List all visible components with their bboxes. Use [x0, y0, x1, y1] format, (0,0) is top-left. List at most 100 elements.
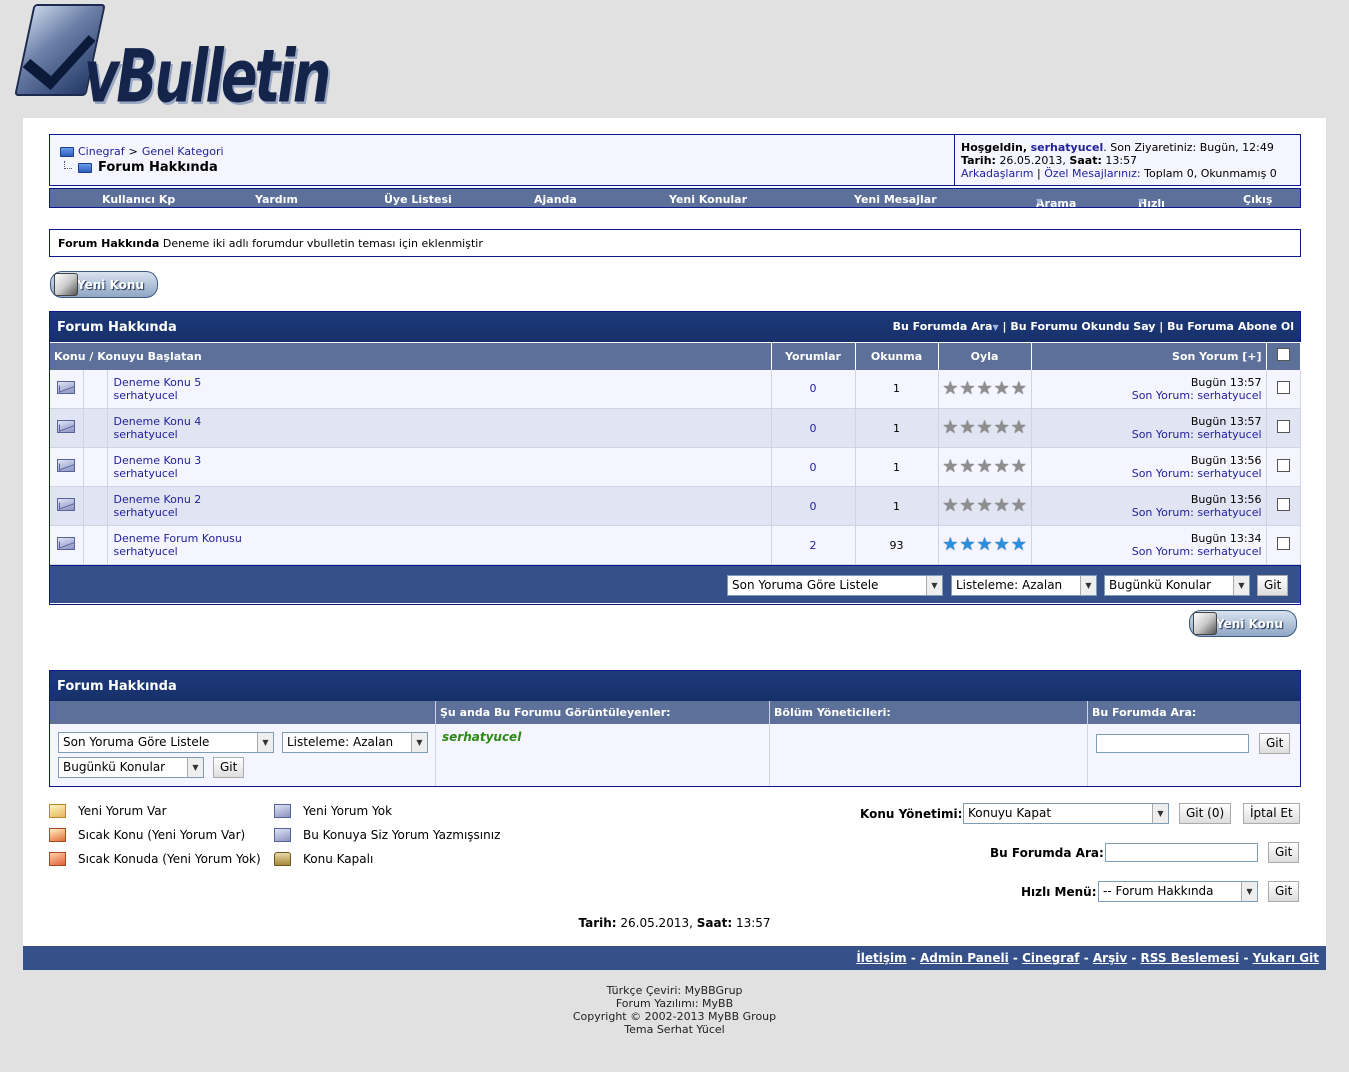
footer-archive-link[interactable]: Arşiv	[1093, 951, 1127, 965]
thread-title-link[interactable]: Deneme Konu 4	[114, 415, 202, 428]
thread-row: Deneme Konu 3 serhatyucel 0 1 ★ ★ ★ ★ ★ Bugün 13:…	[50, 447, 1301, 487]
thread-select-checkbox[interactable]	[1276, 420, 1290, 433]
last-post-user-link[interactable]: serhatyucel	[1197, 467, 1261, 480]
last-post-label-link[interactable]: Son Yorum:	[1132, 467, 1194, 480]
quick-menu-label: Hızlı Menü:	[1021, 885, 1097, 899]
breadcrumb: Cinegraf > Genel Kategori Forum Hakkında	[60, 145, 224, 175]
menu-new-threads[interactable]: Yeni Konular	[669, 193, 747, 206]
rating-star-icon: ★	[1010, 495, 1027, 516]
sort-select[interactable]: Son Yoruma Göre Listele ▼	[727, 575, 943, 596]
last-post-user-link[interactable]: serhatyucel	[1197, 545, 1261, 558]
last-post-user-link[interactable]: serhatyucel	[1197, 389, 1261, 402]
forum-search-input[interactable]	[1105, 843, 1258, 862]
thread-prefix-cell	[83, 369, 108, 409]
col-last-post[interactable]: Son Yorum [+]	[1031, 342, 1267, 370]
thread-replies-link[interactable]: 0	[810, 500, 817, 513]
thread-row: Deneme Konu 4 serhatyucel 0 1 ★ ★ ★ ★ ★ Bugün 13:…	[50, 408, 1301, 448]
thread-row: Deneme Konu 2 serhatyucel 0 1 ★ ★ ★ ★ ★ Bugün 13:…	[50, 486, 1301, 526]
chevron-down-icon: ▼	[257, 733, 273, 752]
moderation-cancel-button[interactable]: İptal Et	[1243, 803, 1300, 824]
rating-star-icon: ★	[959, 456, 976, 477]
quick-menu-go-button[interactable]: Git	[1268, 881, 1300, 902]
forum-search-go-button[interactable]: Git	[1268, 842, 1300, 863]
breadcrumb-category-link[interactable]: Genel Kategori	[142, 145, 224, 158]
mark-forum-read-link[interactable]: Bu Forumu Okundu Say	[1010, 320, 1155, 333]
new-thread-button-bottom[interactable]: Yeni Konu	[1189, 610, 1297, 637]
col-rating[interactable]: Oyla	[938, 342, 1032, 370]
moderation-select[interactable]: Konuyu Kapat ▼	[963, 803, 1169, 824]
info-order-select[interactable]: Listeleme: Azalan ▼	[282, 732, 428, 753]
thread-author-link[interactable]: serhatyucel	[114, 389, 178, 402]
thread-select-checkbox[interactable]	[1276, 380, 1290, 394]
thread-select-checkbox[interactable]	[1276, 459, 1290, 472]
thread-title-link[interactable]: Deneme Forum Konusu	[114, 532, 242, 545]
thread-title-link[interactable]: Deneme Konu 5	[114, 376, 202, 389]
info-sort-select[interactable]: Son Yoruma Göre Listele ▼	[58, 732, 274, 753]
username-link[interactable]: serhatyucel	[1031, 141, 1104, 154]
new-thread-button-top[interactable]: Yeni Konu	[50, 271, 158, 298]
menu-member-list[interactable]: Üye Listesi	[384, 193, 452, 206]
last-post-user-link[interactable]: serhatyucel	[1197, 506, 1261, 519]
info-search-go-button[interactable]: Git	[1259, 733, 1291, 754]
last-post-label-link[interactable]: Son Yorum:	[1132, 389, 1194, 402]
thread-author-link[interactable]: serhatyucel	[114, 428, 178, 441]
rating-star-icon: ★	[976, 456, 993, 477]
range-select[interactable]: Bugünkü Konular ▼	[1104, 575, 1250, 596]
footer-admin-link[interactable]: Admin Paneli	[920, 951, 1009, 965]
thread-author-link[interactable]: serhatyucel	[114, 506, 178, 519]
thread-views: 1	[855, 486, 939, 526]
footer-contact-link[interactable]: İletişim	[856, 951, 906, 965]
quick-menu-select[interactable]: -- Forum Hakkında ▼	[1098, 881, 1258, 902]
menu-new-posts[interactable]: Yeni Mesajlar	[854, 193, 937, 206]
viewer-name[interactable]: serhatyucel	[442, 730, 521, 744]
footer-top-link[interactable]: Yukarı Git	[1253, 951, 1319, 965]
lock-icon	[274, 852, 291, 866]
breadcrumb-separator: >	[128, 145, 138, 158]
thread-title-link[interactable]: Deneme Konu 2	[114, 493, 202, 506]
last-post-user-link[interactable]: serhatyucel	[1197, 428, 1261, 441]
info-go-button[interactable]: Git	[213, 757, 245, 778]
menu-help[interactable]: Yardım	[255, 193, 298, 206]
col-thread[interactable]: Konu / Konuyu Başlatan	[50, 342, 772, 370]
col-replies[interactable]: Yorumlar	[771, 342, 856, 370]
footer-home-link[interactable]: Cinegraf	[1022, 951, 1079, 965]
thread-select-checkbox[interactable]	[1276, 498, 1290, 511]
select-all-checkbox[interactable]	[1276, 348, 1290, 362]
rating-star-icon: ★	[1010, 417, 1027, 438]
site-logo[interactable]: vBulletin	[14, 4, 331, 119]
menu-logout[interactable]: Çıkış	[1243, 193, 1272, 206]
rating-star-icon: ★	[959, 534, 976, 555]
thread-replies-link[interactable]: 0	[810, 382, 817, 395]
friends-link[interactable]: Arkadaşlarım	[961, 167, 1034, 180]
thread-replies-link[interactable]: 0	[810, 422, 817, 435]
thread-title-link[interactable]: Deneme Konu 3	[114, 454, 202, 467]
info-range-select[interactable]: Bugünkü Konular ▼	[58, 757, 204, 778]
search-header: Bu Forumda Ara:	[1092, 706, 1197, 719]
moderation-go-button[interactable]: Git (0)	[1179, 803, 1232, 824]
rating-star-icon: ★	[942, 377, 959, 399]
last-post-label-link[interactable]: Son Yorum:	[1132, 545, 1194, 558]
menu-calendar[interactable]: Ajanda	[534, 193, 577, 206]
thread-author-link[interactable]: serhatyucel	[114, 545, 178, 558]
col-views[interactable]: Okunma	[855, 342, 939, 370]
last-post-label-link[interactable]: Son Yorum:	[1132, 428, 1194, 441]
breadcrumb-root-link[interactable]: Cinegraf	[78, 145, 125, 158]
rating-star-icon: ★	[942, 534, 959, 555]
envelope-new-icon	[49, 804, 66, 818]
thread-select-checkbox[interactable]	[1276, 537, 1290, 550]
menu-user-cp[interactable]: Kullanıcı Kp	[102, 193, 175, 206]
info-search-input[interactable]	[1096, 734, 1249, 753]
subscribe-forum-link[interactable]: Bu Foruma Abone Ol	[1167, 320, 1294, 333]
logo-text: vBulletin	[84, 34, 331, 120]
private-messages-link[interactable]: Özel Mesajlarınız:	[1044, 167, 1140, 180]
thread-author-link[interactable]: serhatyucel	[114, 467, 178, 480]
order-select[interactable]: Listeleme: Azalan ▼	[951, 575, 1097, 596]
forum-description: Forum Hakkında Deneme iki adlı forumdur …	[49, 229, 1301, 257]
footer-rss-link[interactable]: RSS Beslemesi	[1141, 951, 1240, 965]
sort-go-button[interactable]: Git	[1257, 575, 1289, 596]
forum-search-link[interactable]: Bu Forumda Ara▼	[893, 320, 999, 333]
thread-replies-link[interactable]: 0	[810, 461, 817, 474]
last-post-label-link[interactable]: Son Yorum:	[1132, 506, 1194, 519]
thread-replies-link[interactable]: 2	[810, 539, 817, 552]
date-footer: Tarih: 26.05.2013, Saat: 13:57	[578, 916, 771, 930]
